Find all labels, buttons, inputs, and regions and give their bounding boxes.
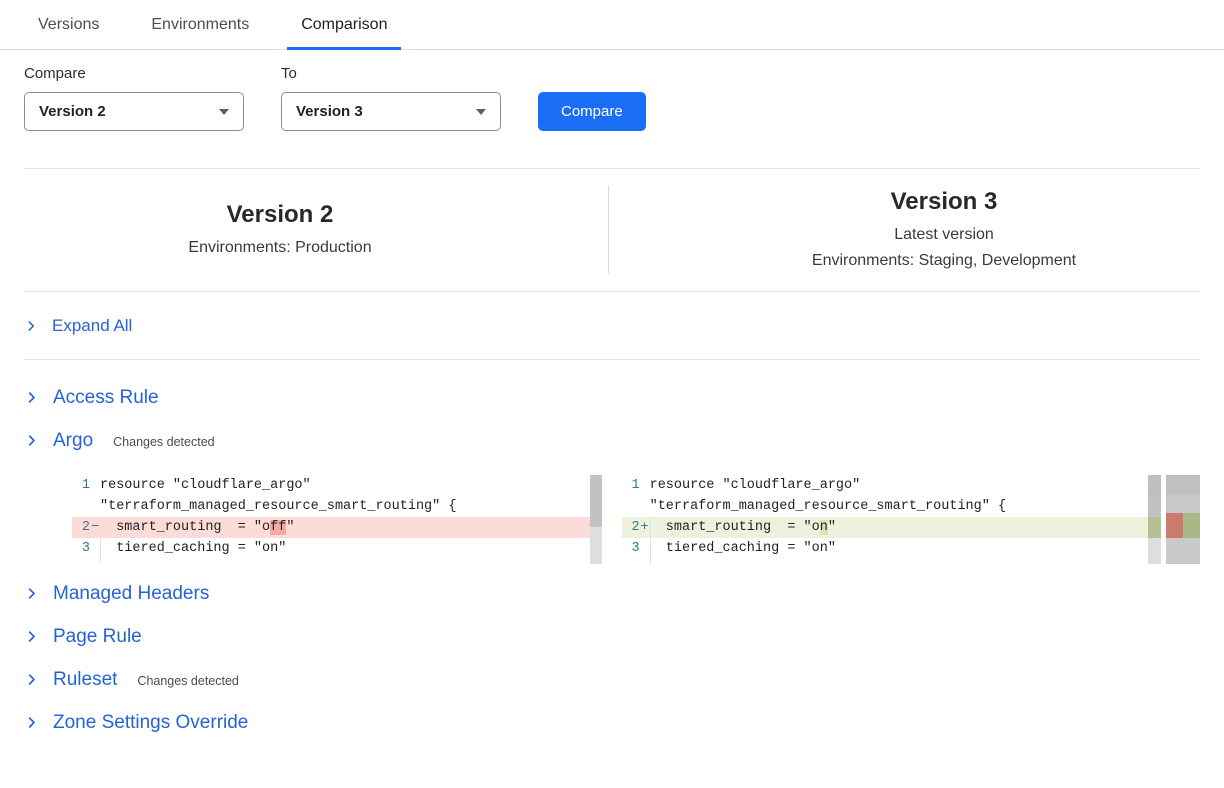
line-number [72,496,90,517]
caret-down-icon [219,109,229,115]
section-page-rule[interactable]: Page Rule [24,615,1200,658]
added-sign: + [640,517,650,538]
line-sign [90,475,100,496]
added-word-highlight: n [820,520,828,535]
line-number: 1 [72,475,90,496]
argo-diff-viewer: 1 resource "cloudflare_argo" "terraform_m… [72,475,1200,564]
compare-version-value: Version 2 [39,103,106,120]
to-field-label: To [281,65,501,82]
to-version-select[interactable]: Version 3 [281,92,501,131]
section-label: Page Rule [53,626,142,648]
ruler-cap [1166,475,1200,495]
chevron-right-icon [24,319,38,333]
code-text: resource "cloudflare_argo" [650,475,1148,496]
added-line-marker [1148,517,1161,538]
added-marker [1183,513,1200,538]
code-text: tiered_caching = "on" [650,538,1148,559]
line-number: 3 [622,538,640,559]
section-label: Managed Headers [53,583,209,605]
chevron-right-icon [24,629,39,644]
compare-field: Compare Version 2 [24,65,244,131]
tab-bar: Versions Environments Comparison [0,0,1224,50]
indent-guide [650,517,651,564]
caret-down-icon [476,109,486,115]
diff-right-scrollbar[interactable] [1148,475,1161,564]
code-line-wrap: "terraform_managed_resource_smart_routin… [622,496,1148,517]
to-version-value: Version 3 [296,103,363,120]
code-line: 1 resource "cloudflare_argo" [72,475,590,496]
chevron-right-icon [24,390,39,405]
version-left-environments: Environments: Production [188,235,371,261]
line-sign [640,538,650,559]
version-right-header: Version 3 Latest version Environments: S… [688,186,1200,274]
compare-controls: Compare Version 2 To Version 3 Compare [0,50,1224,131]
compare-field-label: Compare [24,65,244,82]
section-argo[interactable]: Argo Changes detected [24,419,1200,462]
code-text: tiered_caching = "on" [100,538,590,559]
tab-comparison[interactable]: Comparison [287,0,401,49]
line-sign [640,496,650,517]
code-text: smart_routing = "off" [100,517,590,538]
version-left-title: Version 2 [227,199,334,230]
code-line: 1 resource "cloudflare_argo" [622,475,1148,496]
section-zone-settings-override[interactable]: Zone Settings Override [24,701,1200,744]
code-text: resource "cloudflare_argo" [100,475,590,496]
to-field: To Version 3 [281,65,501,131]
line-number: 2 [622,517,640,538]
section-ruleset[interactable]: Ruleset Changes detected [24,658,1200,701]
section-label: Argo [53,430,93,452]
diff-left-editor[interactable]: 1 resource "cloudflare_argo" "terraform_m… [72,475,590,564]
pane-gap [602,475,622,564]
chevron-right-icon [24,672,39,687]
line-sign [90,496,100,517]
chevron-right-icon [24,433,39,448]
resource-sections: Access Rule Argo Changes detected 1 resou… [0,376,1224,744]
diff-right-editor[interactable]: 1 resource "cloudflare_argo" "terraform_m… [622,475,1148,564]
line-number [622,496,640,517]
code-text: "terraform_managed_resource_smart_routin… [650,496,1148,517]
section-access-rule[interactable]: Access Rule [24,376,1200,419]
scrollbar-cap [1148,475,1161,495]
compare-version-select[interactable]: Version 2 [24,92,244,131]
diff-left-scrollbar[interactable] [590,475,602,564]
expand-all-button[interactable]: Expand All [24,292,1200,360]
code-text: "terraform_managed_resource_smart_routin… [100,496,590,517]
removed-marker [1166,513,1183,538]
version-headers: Version 2 Environments: Production Versi… [24,168,1200,292]
version-left-header: Version 2 Environments: Production [24,199,536,261]
compare-button[interactable]: Compare [538,92,646,131]
scrollbar-thumb[interactable] [590,475,602,527]
section-label: Zone Settings Override [53,712,248,734]
version-right-latest: Latest version [894,222,994,248]
code-line-wrap: "terraform_managed_resource_smart_routin… [72,496,590,517]
changes-detected-badge: Changes detected [113,433,214,449]
expand-all-label: Expand All [52,316,132,336]
line-sign [640,475,650,496]
line-number: 2 [72,517,90,538]
removed-word-highlight: ff [270,520,286,535]
version-right-environments: Environments: Staging, Development [812,248,1076,274]
code-line-added: 2+ smart_routing = "on" [622,517,1148,538]
code-line-removed: 2− smart_routing = "off" [72,517,590,538]
section-managed-headers[interactable]: Managed Headers [24,572,1200,615]
line-number: 1 [622,475,640,496]
code-line: 3 tiered_caching = "on" [622,538,1148,559]
tab-environments[interactable]: Environments [137,0,263,49]
removed-sign: − [90,517,100,538]
chevron-right-icon [24,715,39,730]
line-sign [90,538,100,559]
vertical-divider [608,186,609,274]
section-label: Ruleset [53,669,117,691]
code-text: smart_routing = "on" [650,517,1148,538]
diff-change-band [1166,513,1200,538]
diff-overview-ruler [1166,475,1200,564]
code-line: 3 tiered_caching = "on" [72,538,590,559]
changes-detected-badge: Changes detected [137,672,238,688]
chevron-right-icon [24,586,39,601]
line-number: 3 [72,538,90,559]
tab-versions[interactable]: Versions [24,0,113,49]
indent-guide [100,517,101,564]
version-right-title: Version 3 [891,186,998,217]
section-label: Access Rule [53,387,159,409]
